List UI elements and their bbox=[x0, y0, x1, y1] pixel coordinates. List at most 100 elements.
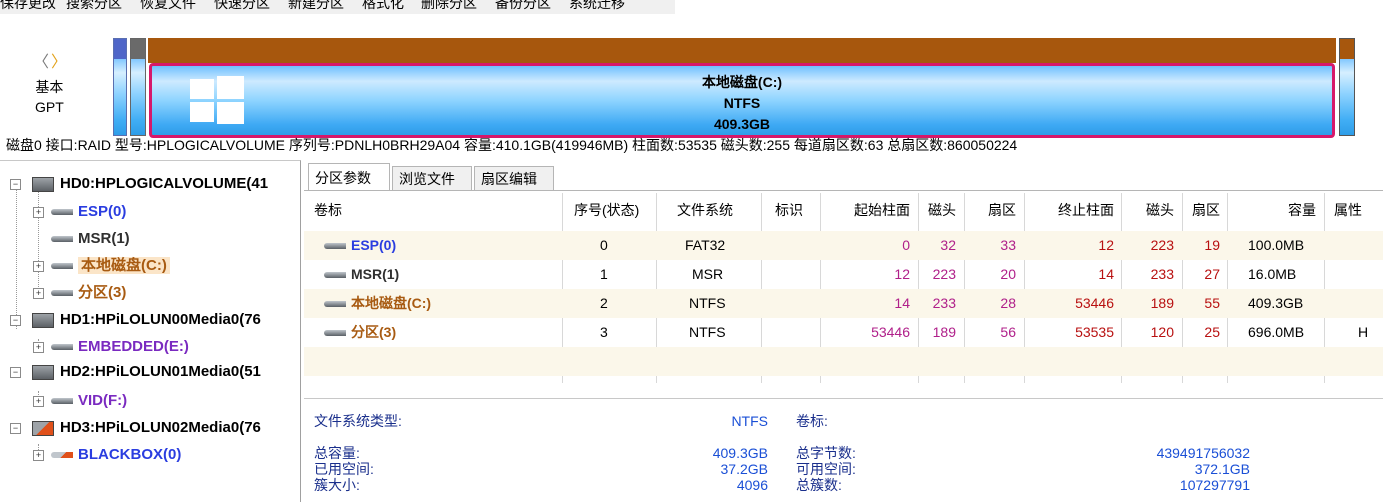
toolbar-spacer bbox=[675, 0, 1383, 15]
row-fs: MSR bbox=[692, 266, 724, 282]
back-arrow-icon[interactable]: 〈 bbox=[33, 54, 51, 71]
table-row[interactable]: 分区(3) 3 NTFS 53446 189 56 53535 120 25 6… bbox=[304, 318, 1383, 347]
row-start-sec: 33 bbox=[1000, 237, 1016, 253]
partition-icon bbox=[324, 272, 346, 279]
partition-block-3[interactable] bbox=[1339, 38, 1355, 136]
row-start-sec: 56 bbox=[1000, 324, 1016, 340]
used-space-value: 37.2GB bbox=[720, 461, 768, 477]
save-changes-button[interactable]: 保存更改 bbox=[0, 0, 56, 13]
collapse-icon[interactable]: − bbox=[10, 367, 21, 378]
col-header-end-head[interactable]: 磁头 bbox=[1126, 193, 1174, 227]
col-header-label[interactable]: 卷标 bbox=[314, 193, 342, 227]
expand-icon[interactable]: + bbox=[33, 288, 44, 299]
row-end-head: 120 bbox=[1150, 324, 1174, 340]
col-header-index[interactable]: 序号(状态) bbox=[574, 193, 639, 227]
partition-icon bbox=[51, 290, 73, 297]
col-header-start-cyl[interactable]: 起始柱面 bbox=[834, 193, 910, 227]
row-end-cyl: 53535 bbox=[1075, 324, 1114, 340]
cluster-size-value: 4096 bbox=[736, 477, 768, 493]
partition-icon bbox=[51, 263, 73, 270]
row-end-head: 223 bbox=[1150, 237, 1174, 253]
col-header-fs[interactable]: 文件系统 bbox=[677, 193, 733, 227]
tab-sector-editor[interactable]: 扇区编辑 bbox=[474, 166, 554, 190]
search-partition-button[interactable]: 搜索分区 bbox=[66, 0, 122, 13]
disk-type-label: 基本 GPT bbox=[35, 77, 64, 117]
col-header-flag[interactable]: 标识 bbox=[775, 193, 803, 227]
row-start-head: 189 bbox=[932, 324, 956, 340]
total-clusters-label: 总簇数: bbox=[796, 477, 842, 493]
format-button[interactable]: 格式化 bbox=[362, 0, 404, 13]
tree-disk-label: HD2:HPiLOLUN01Media0(51 bbox=[60, 363, 261, 380]
row-fs: FAT32 bbox=[685, 237, 726, 253]
expand-icon[interactable]: + bbox=[33, 261, 44, 272]
partition-icon bbox=[51, 209, 73, 216]
row-end-sec: 27 bbox=[1204, 266, 1220, 282]
partition-block-c-selected[interactable]: 本地磁盘(C:) NTFS 409.3GB bbox=[149, 63, 1335, 138]
partition-icon bbox=[51, 344, 73, 351]
table-row[interactable]: MSR(1) 1 MSR 12 223 20 14 233 27 16.0MB bbox=[304, 260, 1383, 289]
system-migration-button[interactable]: 系统迁移 bbox=[569, 0, 625, 13]
row-end-sec: 19 bbox=[1204, 237, 1220, 253]
row-end-head: 189 bbox=[1150, 295, 1174, 311]
row-index: 0 bbox=[600, 237, 608, 253]
expand-icon[interactable]: + bbox=[33, 450, 44, 461]
col-header-start-head[interactable]: 磁头 bbox=[922, 193, 956, 227]
total-capacity-value: 409.3GB bbox=[712, 445, 768, 461]
partition-block-esp[interactable] bbox=[113, 38, 127, 136]
col-header-end-cyl[interactable]: 终止柱面 bbox=[1034, 193, 1114, 227]
total-capacity-label: 总容量: bbox=[314, 445, 360, 461]
partition-info-text: 本地磁盘(C:) NTFS 409.3GB bbox=[152, 72, 1332, 135]
col-header-size[interactable]: 容量 bbox=[1234, 193, 1316, 227]
total-bytes-label: 总字节数: bbox=[796, 445, 856, 461]
row-size: 409.3GB bbox=[1248, 295, 1304, 311]
tree-partition-label: 本地磁盘(C:) bbox=[78, 257, 170, 274]
col-header-end-sec[interactable]: 扇区 bbox=[1184, 193, 1220, 227]
row-fs: NTFS bbox=[689, 324, 726, 340]
row-index: 1 bbox=[600, 266, 608, 282]
expand-icon[interactable]: + bbox=[33, 342, 44, 353]
row-end-head: 233 bbox=[1150, 266, 1174, 282]
tab-browse-files[interactable]: 浏览文件 bbox=[392, 166, 472, 190]
row-start-sec: 20 bbox=[1000, 266, 1016, 282]
cluster-size-label: 簇大小: bbox=[314, 477, 360, 493]
row-start-cyl: 53446 bbox=[871, 324, 910, 340]
row-start-head: 223 bbox=[932, 266, 956, 282]
partition-block-msr[interactable] bbox=[130, 38, 146, 136]
table-row[interactable]: ESP(0) 0 FAT32 0 32 33 12 223 19 100.0MB bbox=[304, 231, 1383, 260]
row-attr: H bbox=[1358, 324, 1369, 340]
partition-icon bbox=[51, 236, 73, 243]
row-label: MSR(1) bbox=[351, 266, 400, 282]
row-end-cyl: 12 bbox=[1098, 237, 1114, 253]
tree-partition-label: VID(F:) bbox=[78, 392, 128, 409]
recover-files-button[interactable]: 恢复文件 bbox=[140, 0, 196, 13]
forward-arrow-icon[interactable]: 〉 bbox=[51, 54, 69, 71]
col-header-start-sec[interactable]: 扇区 bbox=[968, 193, 1016, 227]
hard-disk-icon bbox=[32, 364, 54, 380]
tree-disk-label: HD1:HPiLOLUN00Media0(76 bbox=[60, 311, 261, 328]
tab-partition-params[interactable]: 分区参数 bbox=[308, 163, 390, 191]
total-bytes-value: 439491756032 bbox=[1156, 445, 1250, 461]
backup-partition-button[interactable]: 备份分区 bbox=[495, 0, 551, 13]
row-label: 本地磁盘(C:) bbox=[351, 295, 432, 311]
expand-icon[interactable]: + bbox=[33, 396, 44, 407]
col-header-attr[interactable]: 属性 bbox=[1334, 193, 1362, 227]
collapse-icon[interactable]: − bbox=[10, 315, 21, 326]
tree-disk-label: HD0:HPLOGICALVOLUME(41 bbox=[60, 175, 269, 192]
total-clusters-value: 107297791 bbox=[1179, 477, 1250, 493]
disk-nav: 〈〉 bbox=[33, 48, 69, 72]
tree-partition-msr[interactable]: MSR(1) bbox=[51, 228, 130, 250]
partition-name: 本地磁盘(C:) bbox=[701, 74, 783, 90]
partition-block-c[interactable]: 本地磁盘(C:) NTFS 409.3GB bbox=[148, 38, 1336, 138]
row-label: 分区(3) bbox=[351, 324, 397, 340]
collapse-icon[interactable]: − bbox=[10, 423, 21, 434]
quick-partition-button[interactable]: 快速分区 bbox=[214, 0, 270, 13]
collapse-icon[interactable]: − bbox=[10, 179, 21, 190]
new-partition-button[interactable]: 新建分区 bbox=[288, 0, 344, 13]
partition-icon bbox=[324, 330, 346, 337]
row-start-cyl: 14 bbox=[894, 295, 910, 311]
tree-partition-label: ESP(0) bbox=[78, 203, 127, 220]
delete-partition-button[interactable]: 删除分区 bbox=[421, 0, 477, 13]
table-row[interactable]: 本地磁盘(C:) 2 NTFS 14 233 28 53446 189 55 4… bbox=[304, 289, 1383, 318]
hard-disk-icon bbox=[32, 312, 54, 328]
expand-icon[interactable]: + bbox=[33, 207, 44, 218]
